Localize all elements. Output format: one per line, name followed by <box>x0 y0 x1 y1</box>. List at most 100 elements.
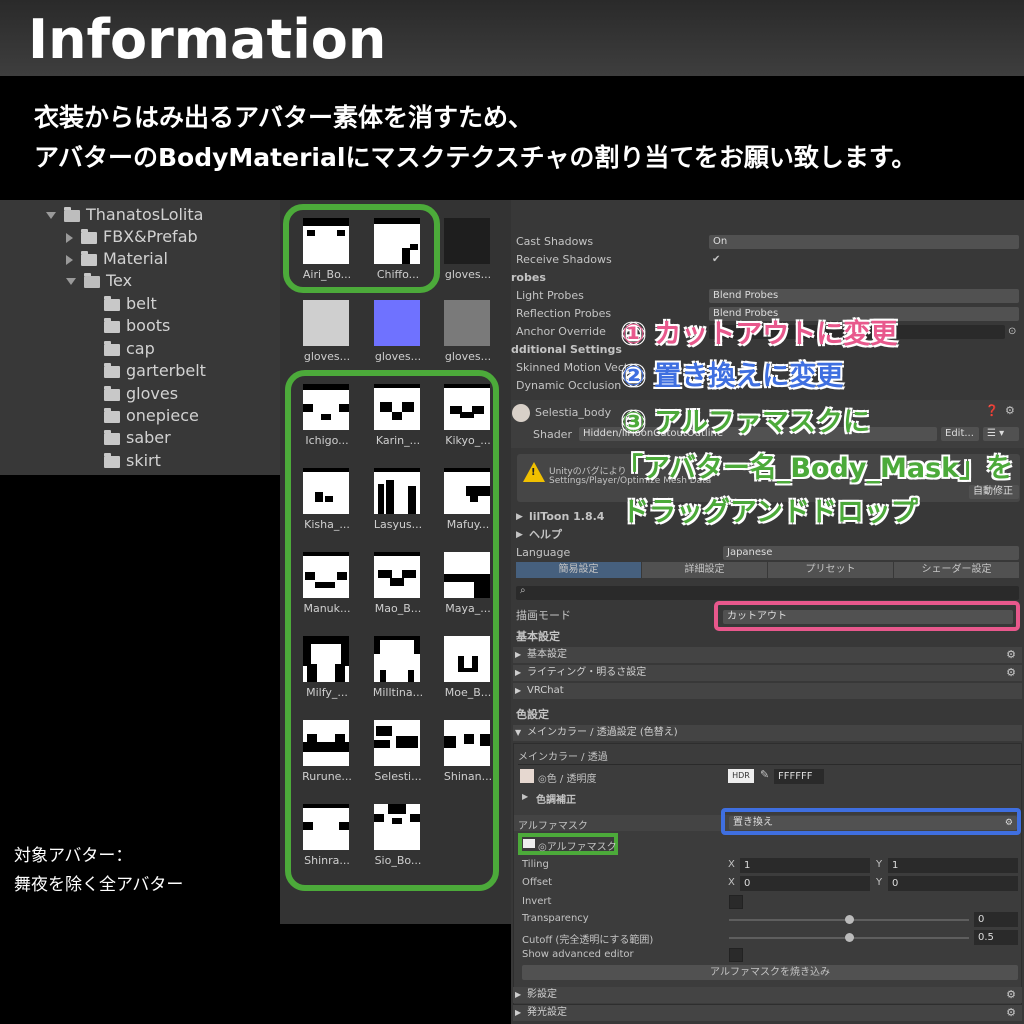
tiling-x-field[interactable]: 1 <box>740 858 870 873</box>
tree-item-tex[interactable]: Tex <box>66 270 132 292</box>
gear-icon[interactable]: ⚙ <box>1006 1005 1016 1021</box>
help-icon[interactable]: ❓ <box>985 404 999 417</box>
tiling-y-field[interactable]: 1 <box>888 858 1018 873</box>
language-row: Language Japanese <box>511 544 1024 562</box>
invert-checkbox[interactable] <box>729 895 743 909</box>
asset-tile[interactable]: gloves... <box>440 300 494 378</box>
main-color-foldout[interactable]: ▼ メインカラー / 透過設定 (色替え) <box>513 725 1022 741</box>
settings-tabs: 簡易設定 詳細設定 プリセット シェーダー設定 <box>516 562 1019 578</box>
foldout-arrow-icon[interactable]: ▶ <box>516 526 523 544</box>
instruction-banner: 衣装からはみ出るアバター素体を消すため、 アバターのBodyMaterialにマ… <box>0 76 1024 200</box>
show-advanced-checkbox[interactable] <box>729 948 743 962</box>
tree-item-boots[interactable]: boots <box>104 315 170 337</box>
basic-settings-header: 基本設定 <box>516 630 560 643</box>
light-probes-row: Light Probes Blend Probes <box>511 287 1024 305</box>
annotation-step-1: ① カットアウトに変更 <box>622 319 898 350</box>
folder-icon <box>104 452 120 468</box>
folder-icon <box>104 385 120 401</box>
gear-icon[interactable]: ⚙ <box>1006 665 1016 681</box>
target-avatar-note: 対象アバター： 舞夜を除く全アバター <box>14 842 183 900</box>
texture-thumbnail <box>303 300 349 346</box>
tree-item-saber[interactable]: saber <box>104 427 171 449</box>
emission-settings-foldout[interactable]: ▶ 発光設定 ⚙ <box>513 1005 1022 1021</box>
tree-item-belt[interactable]: belt <box>104 293 157 315</box>
hdr-color-swatch[interactable]: HDR <box>728 769 754 783</box>
page-title: Information <box>28 8 387 71</box>
language-dropdown[interactable]: Japanese <box>723 546 1019 560</box>
offset-x-field[interactable]: 0 <box>740 876 870 891</box>
tree-item-material[interactable]: Material <box>66 248 168 270</box>
gear-icon[interactable]: ⚙ <box>1006 647 1016 663</box>
collapse-arrow-icon[interactable] <box>66 232 73 243</box>
render-mode-row: 描画モード カットアウト <box>511 601 1024 631</box>
tab-simple-settings[interactable]: 簡易設定 <box>516 562 641 578</box>
probes-section: robes <box>511 271 546 284</box>
folder-open-icon <box>64 206 80 222</box>
light-probes-dropdown[interactable]: Blend Probes <box>709 289 1019 303</box>
asset-tile[interactable]: gloves... <box>440 218 494 296</box>
tree-item-thanatoslolita[interactable]: ThanatosLolita <box>46 204 203 226</box>
tab-shader-settings[interactable]: シェーダー設定 <box>894 562 1019 578</box>
basic-settings-foldout[interactable]: ▶ 基本設定 ⚙ <box>513 647 1022 663</box>
cutoff-slider-handle[interactable] <box>845 933 854 942</box>
checkmark-icon[interactable]: ✔ <box>712 251 720 269</box>
lighting-foldout[interactable]: ▶ ライティング・明るさ設定 ⚙ <box>513 665 1022 681</box>
expand-arrow-icon[interactable] <box>66 278 76 285</box>
project-tree-panel: ThanatosLolita FBX&Prefab Material Tex b… <box>0 200 280 475</box>
edit-shader-button[interactable]: Edit... <box>941 427 979 441</box>
highlight-frame-green <box>283 204 440 293</box>
tree-item-garterbelt[interactable]: garterbelt <box>104 360 206 382</box>
tree-item-fbx-prefab[interactable]: FBX&Prefab <box>66 226 198 248</box>
search-input[interactable]: ⌕ <box>516 585 1019 600</box>
asset-tile[interactable]: gloves... <box>299 300 353 378</box>
foldout-arrow-icon[interactable]: ▶ <box>522 792 528 801</box>
folder-open-icon <box>84 272 100 288</box>
expand-arrow-icon[interactable] <box>46 212 56 219</box>
search-icon: ⌕ <box>520 585 526 596</box>
cast-shadows-row: Cast Shadows On <box>511 233 1024 251</box>
render-mode-dropdown[interactable]: カットアウト <box>723 610 1013 624</box>
offset-y-field[interactable]: 0 <box>888 876 1018 891</box>
collapse-arrow-icon[interactable] <box>66 254 73 265</box>
tree-item-gloves[interactable]: gloves <box>104 383 178 405</box>
tree-item-onepiece[interactable]: onepiece <box>104 405 199 427</box>
vrchat-foldout[interactable]: ▶ VRChat <box>513 683 1022 699</box>
bake-alpha-mask-button[interactable]: アルファマスクを焼き込み <box>522 965 1018 980</box>
gear-icon[interactable]: ⚙ <box>1005 816 1013 830</box>
texture-slot-icon[interactable] <box>523 839 535 848</box>
texture-thumbnail <box>444 218 490 264</box>
settings-icon[interactable]: ⚙ <box>1005 404 1015 417</box>
alpha-mask-mode-dropdown[interactable]: 置き換え ⚙ <box>729 816 1017 830</box>
folder-icon <box>104 340 120 356</box>
alpha-mask-slot[interactable]: ◎アルファマスク <box>538 838 617 853</box>
color-settings-header: 色設定 <box>516 708 549 721</box>
target-note-line-2: 舞夜を除く全アバター <box>14 875 184 895</box>
auto-fix-button[interactable]: 自動修正 <box>969 485 1019 499</box>
color-hex-field[interactable]: FFFFFF <box>774 769 824 784</box>
instruction-line-1: 衣装からはみ出るアバター素体を消すため、 <box>34 103 534 132</box>
eyedropper-icon[interactable]: ✎ <box>760 768 769 781</box>
transparency-field[interactable]: 0 <box>974 912 1018 927</box>
folder-icon <box>81 228 97 244</box>
tab-presets[interactable]: プリセット <box>768 562 893 578</box>
header-bar: Information <box>0 0 1024 76</box>
shader-menu-button[interactable]: ☰ ▾ <box>983 427 1019 441</box>
normal-map-thumbnail <box>374 300 420 346</box>
folder-icon <box>104 317 120 333</box>
tree-item-cap[interactable]: cap <box>104 338 155 360</box>
annotation-step-3: ③ アルファマスクに <box>622 407 870 438</box>
transparency-slider-handle[interactable] <box>845 915 854 924</box>
foldout-arrow-icon[interactable]: ▶ <box>516 508 523 526</box>
asset-tile[interactable]: gloves... <box>370 300 424 378</box>
folder-icon <box>81 250 97 266</box>
object-picker-icon[interactable]: ⊙ <box>1008 323 1016 341</box>
gear-icon[interactable]: ⚙ <box>1006 987 1016 1003</box>
cutoff-field[interactable]: 0.5 <box>974 930 1018 945</box>
tree-item-skirt[interactable]: skirt <box>104 450 161 472</box>
target-note-line-1: 対象アバター： <box>14 846 133 866</box>
asset-grid-panel: Airi_Bo... Chiffo... gloves... gloves...… <box>280 200 511 924</box>
cast-shadows-dropdown[interactable]: On <box>709 235 1019 249</box>
texture-slot-icon[interactable] <box>520 769 534 783</box>
shadow-settings-foldout[interactable]: ▶ 影設定 ⚙ <box>513 987 1022 1003</box>
tab-advanced-settings[interactable]: 詳細設定 <box>642 562 767 578</box>
